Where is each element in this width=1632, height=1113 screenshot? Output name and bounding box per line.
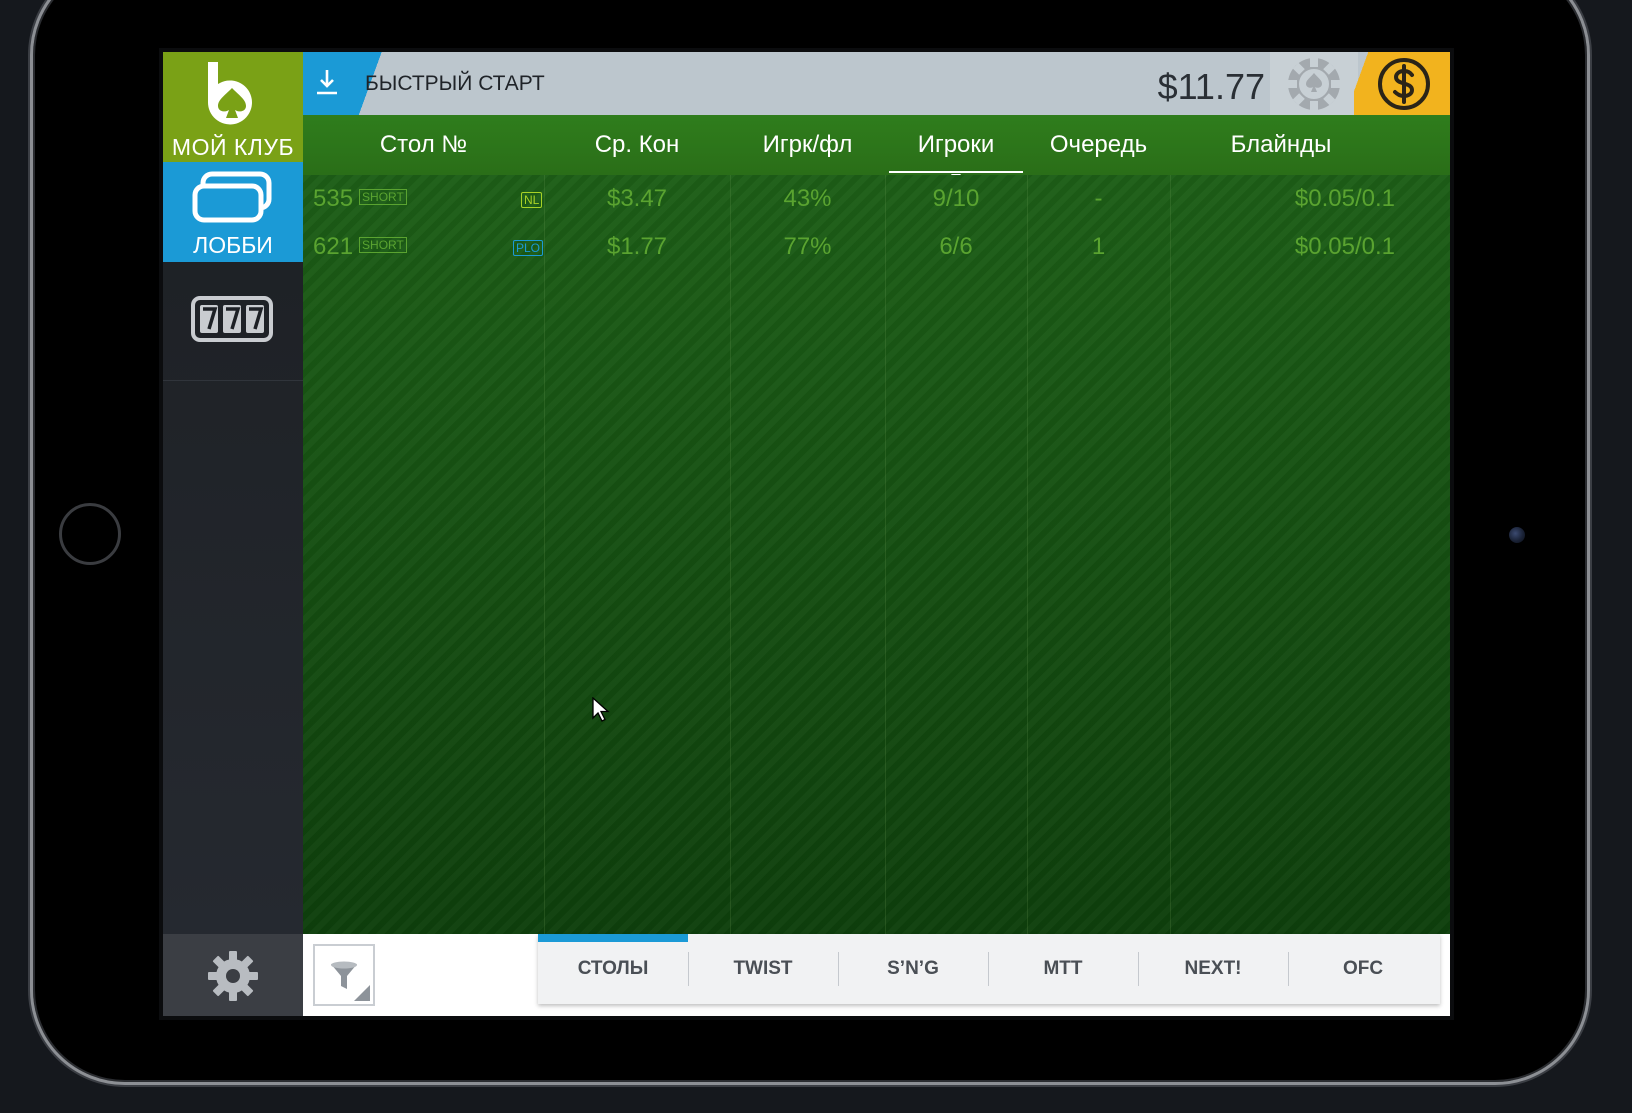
- column-divider: [1170, 175, 1171, 934]
- sidebar-item-my-club[interactable]: МОЙ КЛУБ: [163, 52, 303, 162]
- table-list: 535 SHORT NL $3.47 43% 9/10 - $0.05/0.1 6…: [303, 175, 1450, 934]
- balance-display: $11.77: [1157, 66, 1265, 107]
- column-divider: [885, 175, 886, 934]
- sidebar-item-lobby[interactable]: ЛОББИ: [163, 162, 315, 262]
- sidebar-item-label: МОЙ КЛУБ: [171, 134, 295, 160]
- blinds-cell: $0.05/0.1: [1294, 233, 1395, 260]
- sidebar-item-slots[interactable]: [163, 262, 303, 381]
- filter-corner-marker: [354, 985, 370, 1001]
- players-cell: 9/10: [932, 185, 980, 212]
- tab-tables[interactable]: СТОЛЫ: [538, 934, 688, 1004]
- queue-cell: -: [1094, 185, 1103, 212]
- app-screen: МОЙ КЛУБ ЛОББИ БЫСТРЫЙ СТАРТ $11.77 Стол…: [159, 48, 1454, 1020]
- column-header-avg-pot[interactable]: Ср. Кон: [544, 115, 730, 175]
- column-header-players-flop[interactable]: Игрк/фл: [730, 115, 885, 175]
- avg-pot-cell: $3.47: [606, 185, 668, 212]
- tab-ofc[interactable]: OFC: [1288, 934, 1438, 1004]
- game-type-tag: NL: [521, 192, 543, 208]
- column-header-label: Игроки: [917, 131, 995, 158]
- home-button[interactable]: [59, 503, 121, 565]
- download-arrow-icon: [317, 70, 337, 95]
- table-row[interactable]: 621 SHORT PLO $1.77 77% 6/6 1 $0.05/0.1: [303, 223, 1450, 271]
- players-cell: 6/6: [939, 233, 973, 260]
- tab-mtt[interactable]: MTT: [988, 934, 1138, 1004]
- table-number: 621: [313, 233, 354, 260]
- table-number: 535: [313, 185, 354, 212]
- avg-pot-cell: $1.77: [606, 233, 668, 260]
- column-divider: [1027, 175, 1028, 934]
- chips-button[interactable]: [1270, 52, 1358, 115]
- tab-sng[interactable]: S’N’G: [838, 934, 988, 1004]
- cashier-button[interactable]: [1354, 52, 1450, 115]
- table-number-cell: 535 SHORT: [313, 175, 513, 223]
- tab-next[interactable]: NEXT!: [1138, 934, 1288, 1004]
- dollar-icon: [1378, 58, 1430, 110]
- top-bar: БЫСТРЫЙ СТАРТ $11.77: [303, 52, 1450, 115]
- column-divider: [544, 175, 545, 934]
- sidebar-item-label: ЛОББИ: [193, 232, 273, 258]
- short-tag: SHORT: [359, 189, 407, 205]
- column-divider: [730, 175, 731, 934]
- table-number-cell: 621 SHORT: [313, 223, 513, 271]
- bottom-bar: СТОЛЫ TWIST S’N’G MTT NEXT! OFC: [303, 934, 1450, 1016]
- quick-start-button[interactable]: БЫСТРЫЙ СТАРТ: [303, 52, 653, 115]
- settings-button[interactable]: [163, 934, 303, 1016]
- sidebar: МОЙ КЛУБ ЛОББИ: [163, 52, 315, 1016]
- quick-start-label: БЫСТРЫЙ СТАРТ: [365, 72, 545, 95]
- short-tag: SHORT: [359, 237, 407, 253]
- players-flop-cell: 77%: [783, 233, 832, 260]
- mouse-cursor-icon: [592, 697, 610, 722]
- lobby-icon: [192, 171, 272, 223]
- club-logo-icon: [207, 62, 252, 125]
- column-header-table-no[interactable]: Стол №: [303, 115, 544, 175]
- tab-twist[interactable]: TWIST: [688, 934, 838, 1004]
- players-flop-cell: 43%: [783, 185, 832, 212]
- filter-button[interactable]: [313, 944, 375, 1006]
- blinds-cell: $0.05/0.1: [1294, 185, 1395, 212]
- column-header-players[interactable]: Игроки: [885, 115, 1027, 181]
- 777-slots-icon: [191, 296, 273, 342]
- game-type-tag: PLO: [513, 240, 544, 256]
- camera: [1509, 527, 1525, 543]
- game-type-tabs: СТОЛЫ TWIST S’N’G MTT NEXT! OFC: [538, 934, 1440, 1004]
- column-header-blinds[interactable]: Блайнды: [1170, 115, 1392, 175]
- gear-icon: [208, 951, 258, 1001]
- column-header-queue[interactable]: Очередь: [1027, 115, 1170, 175]
- poker-chip-icon: [1288, 58, 1340, 110]
- table-row[interactable]: 535 SHORT NL $3.47 43% 9/10 - $0.05/0.1: [303, 175, 1450, 223]
- queue-cell: 1: [1091, 233, 1106, 260]
- table-header: Стол № Ср. Кон Игрк/фл Игроки Очередь Бл…: [303, 115, 1450, 181]
